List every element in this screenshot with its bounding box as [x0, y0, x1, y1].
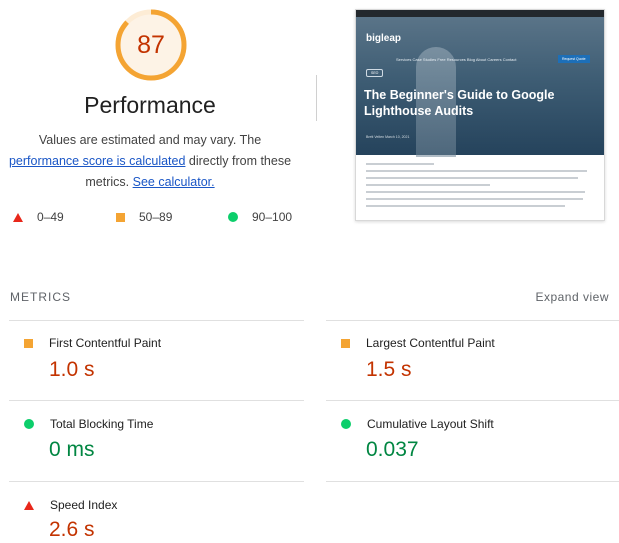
- metric-si-value: 2.6 s: [49, 518, 95, 541]
- divider: [326, 400, 619, 401]
- final-screenshot[interactable]: bigleap Services Case Studies Free Resou…: [355, 9, 605, 221]
- metric-tbt-value: 0 ms: [49, 438, 95, 461]
- metric-cls-value: 0.037: [366, 438, 419, 461]
- score-calculated-link[interactable]: performance score is calculated: [9, 154, 185, 168]
- post-meta: Brett Velten March 10, 2021: [366, 135, 410, 139]
- post-body-text: [366, 163, 592, 212]
- site-nav: Services Case Studies Free Resources Blo…: [396, 57, 517, 62]
- see-calculator-link[interactable]: See calculator.: [133, 175, 215, 189]
- request-quote-button: Request Quote: [558, 55, 590, 63]
- metric-fcp-value: 1.0 s: [49, 358, 95, 381]
- admin-bar: [356, 10, 604, 17]
- vertical-divider: [316, 75, 317, 121]
- divider: [326, 481, 619, 482]
- legend-average: 50–89: [116, 210, 172, 224]
- divider: [9, 400, 304, 401]
- orange-square-icon: [24, 338, 33, 348]
- divider: [9, 481, 304, 482]
- metric-tbt-label: Total Blocking Time: [24, 417, 153, 431]
- legend-fail: 0–49: [13, 210, 64, 224]
- hero-image: bigleap Services Case Studies Free Resou…: [356, 17, 604, 157]
- site-logo: bigleap: [366, 33, 402, 44]
- red-triangle-icon: [13, 212, 23, 222]
- expand-view-button[interactable]: Expand view: [535, 290, 609, 304]
- post-headline: The Beginner's Guide to Google Lighthous…: [364, 88, 555, 118]
- green-circle-icon: [228, 212, 238, 222]
- category-title: Performance: [84, 92, 216, 118]
- post-tag: SEO: [366, 69, 384, 77]
- orange-square-icon: [116, 212, 125, 222]
- metrics-heading: METRICS: [10, 290, 71, 304]
- orange-square-icon: [341, 338, 350, 348]
- green-circle-icon: [341, 419, 351, 429]
- performance-score: 87: [137, 30, 165, 59]
- score-description: Values are estimated and may vary. The p…: [8, 133, 292, 189]
- metric-lcp-value: 1.5 s: [366, 358, 412, 381]
- red-triangle-icon: [24, 500, 34, 510]
- metric-si-label: Speed Index: [24, 498, 117, 512]
- metric-fcp-label: First Contentful Paint: [24, 336, 161, 350]
- legend-pass: 90–100: [228, 210, 292, 224]
- divider: [326, 320, 619, 321]
- metric-lcp-label: Largest Contentful Paint: [341, 336, 495, 350]
- green-circle-icon: [24, 419, 34, 429]
- metric-cls-label: Cumulative Layout Shift: [341, 417, 494, 431]
- divider: [9, 320, 304, 321]
